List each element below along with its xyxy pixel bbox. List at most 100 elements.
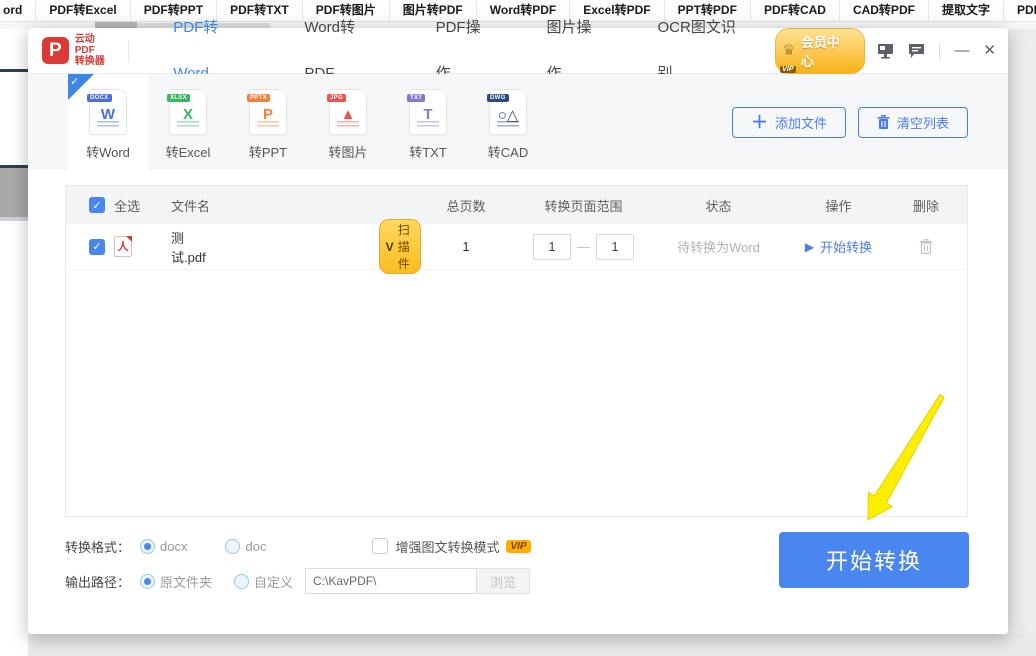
format-tab-to-excel[interactable]: XLSX X 转Excel bbox=[148, 74, 228, 170]
start-convert-row-label: 开始转换 bbox=[820, 237, 872, 256]
trash-icon bbox=[877, 115, 890, 129]
status-text: 待转换为Word bbox=[677, 240, 760, 255]
col-status: 状态 bbox=[656, 196, 781, 215]
format-tab-to-word[interactable]: ✓ DOCX W 转Word bbox=[68, 74, 148, 170]
output-path-row: 输出路径： 原文件夹 自定义 浏览 bbox=[65, 568, 531, 594]
col-pages: 总页数 bbox=[421, 196, 511, 215]
docx-file-icon: DOCX W bbox=[89, 89, 127, 135]
window-controls: — ✕ bbox=[877, 43, 996, 59]
background-window-line bbox=[0, 69, 28, 72]
clear-list-label: 清空列表 bbox=[897, 113, 949, 132]
range-end-input[interactable] bbox=[596, 234, 634, 260]
bg-tab[interactable]: PDF转Excel bbox=[36, 0, 130, 21]
radio-doc-label: doc bbox=[245, 539, 266, 554]
format-option-label: 转换格式： bbox=[65, 537, 130, 556]
range-dash: — bbox=[577, 239, 590, 254]
radio-original-folder[interactable] bbox=[140, 574, 155, 589]
vip-label: 会员中心 bbox=[801, 32, 851, 70]
bg-tab[interactable]: CAD转PDF bbox=[840, 0, 929, 21]
format-tab-label: 转Word bbox=[86, 142, 130, 161]
enhance-mode-label: 增强图文转换模式 bbox=[395, 537, 499, 556]
enhance-mode-checkbox[interactable] bbox=[372, 538, 388, 554]
logo-line2: 转换器 bbox=[75, 56, 115, 67]
format-tab-to-image[interactable]: JPG ▲ 转图片 bbox=[308, 74, 388, 170]
scan-badge-mark: V bbox=[386, 240, 394, 254]
row-checkbox[interactable]: ✓ bbox=[89, 239, 105, 255]
radio-doc[interactable] bbox=[225, 539, 240, 554]
add-file-label: 添加文件 bbox=[775, 113, 827, 132]
table-row: ✓ 人 测试.pdf V 扫描件 1 — 待转换为Word ▶ 开始转换 bbox=[66, 224, 967, 270]
file-lines bbox=[177, 121, 199, 128]
file-type-badge: DOCX bbox=[87, 94, 112, 102]
vip-member-center-button[interactable]: ♛ VIP 会员中心 bbox=[775, 28, 865, 74]
page-count: 1 bbox=[421, 239, 511, 254]
range-start-input[interactable] bbox=[533, 234, 571, 260]
format-tab-to-txt[interactable]: TXT T 转TXT bbox=[388, 74, 468, 170]
format-tab-label: 转图片 bbox=[328, 142, 367, 161]
plus-icon: ＋ bbox=[751, 114, 768, 131]
select-all-label: 全选 bbox=[114, 196, 140, 215]
file-type-badge: XLSX bbox=[167, 94, 190, 102]
pdf-file-icon: 人 bbox=[114, 236, 132, 257]
radio-docx[interactable] bbox=[140, 539, 155, 554]
txt-file-icon: TXT T bbox=[409, 89, 447, 135]
file-type-badge: TXT bbox=[407, 94, 425, 102]
format-tab-label: 转PPT bbox=[249, 142, 287, 161]
radio-custom-folder-label: 自定义 bbox=[254, 572, 293, 591]
file-lines bbox=[417, 121, 439, 128]
add-file-button[interactable]: ＋ 添加文件 bbox=[732, 107, 846, 138]
start-conversion-button[interactable]: 开始转换 bbox=[779, 532, 969, 588]
logo-icon: P bbox=[42, 37, 69, 64]
radio-custom-folder[interactable] bbox=[234, 574, 249, 589]
clear-list-button[interactable]: 清空列表 bbox=[858, 107, 968, 138]
list-toolbar: ＋ 添加文件 清空列表 bbox=[732, 74, 1008, 170]
dwg-file-icon: DWG ○△ bbox=[489, 89, 527, 135]
check-icon: ✓ bbox=[70, 75, 79, 88]
radio-original-folder-label: 原文件夹 bbox=[160, 572, 212, 591]
format-tab-to-cad[interactable]: DWG ○△ 转CAD bbox=[468, 74, 548, 170]
col-filename: 文件名 bbox=[171, 196, 210, 215]
vip-mini-badge: VIP bbox=[506, 540, 530, 553]
bg-tab[interactable]: ord bbox=[0, 0, 36, 21]
output-path-label: 输出路径： bbox=[65, 572, 130, 591]
close-button[interactable]: ✕ bbox=[983, 43, 996, 58]
output-path-input[interactable] bbox=[305, 568, 477, 594]
nav-tab-label: Word转PDF bbox=[304, 19, 355, 82]
pptx-file-icon: PPTX P bbox=[249, 89, 287, 135]
browse-button[interactable]: 浏览 bbox=[477, 568, 530, 594]
play-icon: ▶ bbox=[805, 240, 814, 254]
nav-tab-label: 图片操作 bbox=[547, 19, 592, 82]
select-all-checkbox[interactable]: ✓ bbox=[89, 197, 105, 213]
window-header: P 云动PDF 转换器 PDF转Word Word转PDF PDF操作 图片操作… bbox=[28, 28, 1008, 74]
jpg-file-icon: JPG ▲ bbox=[329, 89, 367, 135]
file-lines bbox=[337, 121, 359, 128]
file-name: 测试.pdf bbox=[171, 228, 206, 266]
minimize-button[interactable]: — bbox=[954, 43, 969, 58]
file-type-badge: DWG bbox=[487, 94, 509, 102]
start-convert-row-button[interactable]: ▶ 开始转换 bbox=[781, 237, 896, 256]
crown-icon: ♛ bbox=[782, 44, 795, 58]
main-nav: PDF转Word Word转PDF PDF操作 图片操作 OCR图文识别 bbox=[147, 28, 775, 74]
format-tab-label: 转CAD bbox=[488, 142, 528, 161]
scan-badge-label: 扫描件 bbox=[398, 221, 411, 272]
bg-tab[interactable]: 提取文字 bbox=[929, 0, 1004, 21]
format-tab-band: ✓ DOCX W 转Word XLSX X 转Excel PPTX P 转PPT bbox=[28, 74, 1008, 170]
format-tab-label: 转Excel bbox=[166, 142, 211, 161]
chat-feedback-icon[interactable] bbox=[908, 43, 925, 59]
format-tab-label: 转TXT bbox=[409, 142, 447, 161]
background-window-left bbox=[0, 29, 28, 656]
nav-tab-label: PDF转Word bbox=[173, 19, 218, 82]
feedback-monitor-icon[interactable] bbox=[877, 43, 894, 59]
file-list-table: ✓ 全选 文件名 总页数 转换页面范围 状态 操作 删除 ✓ 人 测试.pdf … bbox=[65, 185, 968, 517]
file-lines bbox=[97, 121, 119, 128]
format-option-row: 转换格式： docx doc 增强图文转换模式 VIP bbox=[65, 533, 531, 559]
file-lines bbox=[257, 121, 279, 128]
file-type-badge: PPTX bbox=[247, 94, 270, 102]
delete-row-icon[interactable] bbox=[919, 239, 933, 254]
enhance-mode-option: 增强图文转换模式 VIP bbox=[372, 537, 530, 556]
nav-tab-label: PDF操作 bbox=[436, 19, 481, 82]
conversion-options: 转换格式： docx doc 增强图文转换模式 VIP 输出路径： 原文件夹 自… bbox=[65, 533, 531, 603]
bg-tab[interactable]: PDF压缩 bbox=[1004, 0, 1036, 21]
format-tab-to-ppt[interactable]: PPTX P 转PPT bbox=[228, 74, 308, 170]
col-range: 转换页面范围 bbox=[544, 196, 622, 215]
